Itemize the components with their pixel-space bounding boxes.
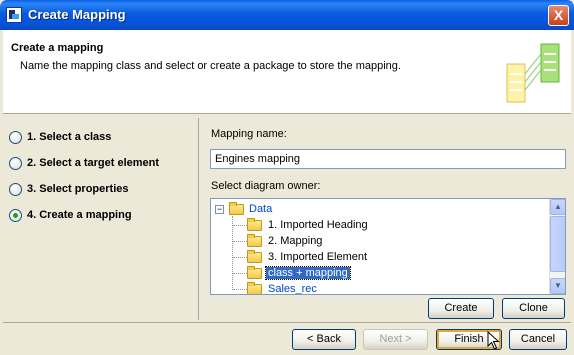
step-radio-icon[interactable] [9, 183, 22, 196]
scroll-up-icon[interactable]: ▲ [550, 199, 565, 215]
window-title: Create Mapping [28, 7, 126, 22]
tree-node-label: 2. Mapping [268, 235, 323, 247]
tree-connector [233, 241, 247, 242]
next-button[interactable]: Next > [363, 329, 428, 350]
tree-connector [233, 273, 247, 274]
tree-node-label: 3. Imported Element [268, 251, 368, 263]
close-button[interactable]: X [548, 5, 569, 26]
tree-scrollbar[interactable]: ▲ ▼ [549, 199, 565, 294]
title-bar[interactable]: Create Mapping X [0, 0, 574, 30]
owner-tree[interactable]: − Data 1. Imported Heading 2. Mapping 3.… [210, 198, 566, 295]
tree-node-label: 1. Imported Heading [268, 219, 368, 231]
step-radio-icon[interactable] [9, 131, 22, 144]
tree-node-label: Sales_rec [268, 283, 317, 295]
tree-node-label-selected: class + mapping [265, 266, 351, 280]
collapse-icon[interactable]: − [215, 205, 224, 214]
scroll-thumb[interactable] [550, 216, 565, 272]
folder-open-icon [229, 202, 244, 215]
wizard-steps-panel: 1. Select a class 2. Select a target ele… [5, 118, 199, 320]
app-icon [6, 7, 22, 23]
create-button[interactable]: Create [428, 298, 494, 319]
header-description: Name the mapping class and select or cre… [20, 60, 401, 72]
step-label: 3. Select properties [27, 183, 129, 195]
cancel-button[interactable]: Cancel [509, 329, 567, 350]
folder-icon [247, 218, 262, 231]
wizard-header: Create a mapping Name the mapping class … [3, 30, 571, 114]
step-radio-checked-icon[interactable] [9, 209, 22, 222]
mapping-name-label: Mapping name: [211, 128, 287, 140]
tree-node-label: Data [249, 203, 273, 215]
diagram-owner-label: Select diagram owner: [211, 180, 321, 192]
folder-icon [247, 234, 262, 247]
tree-connector [233, 257, 247, 258]
tree-connector [232, 216, 233, 290]
step-label: 2. Select a target element [27, 157, 160, 169]
step-label: 1. Select a class [27, 131, 112, 143]
step-label: 4. Create a mapping [27, 209, 132, 221]
mapping-diagram-icon [506, 43, 560, 103]
folder-icon [247, 282, 262, 294]
tree-connector [233, 225, 247, 226]
mouse-pointer-icon [487, 331, 500, 350]
tree-connector [233, 289, 247, 290]
back-button[interactable]: < Back [292, 329, 356, 350]
step-radio-icon[interactable] [9, 157, 22, 170]
scroll-down-icon[interactable]: ▼ [550, 278, 565, 294]
footer-divider [3, 322, 571, 323]
clone-button[interactable]: Clone [502, 298, 565, 319]
folder-icon [247, 266, 262, 279]
mapping-name-input[interactable] [210, 149, 566, 169]
folder-icon [247, 250, 262, 263]
header-title: Create a mapping [11, 42, 104, 54]
